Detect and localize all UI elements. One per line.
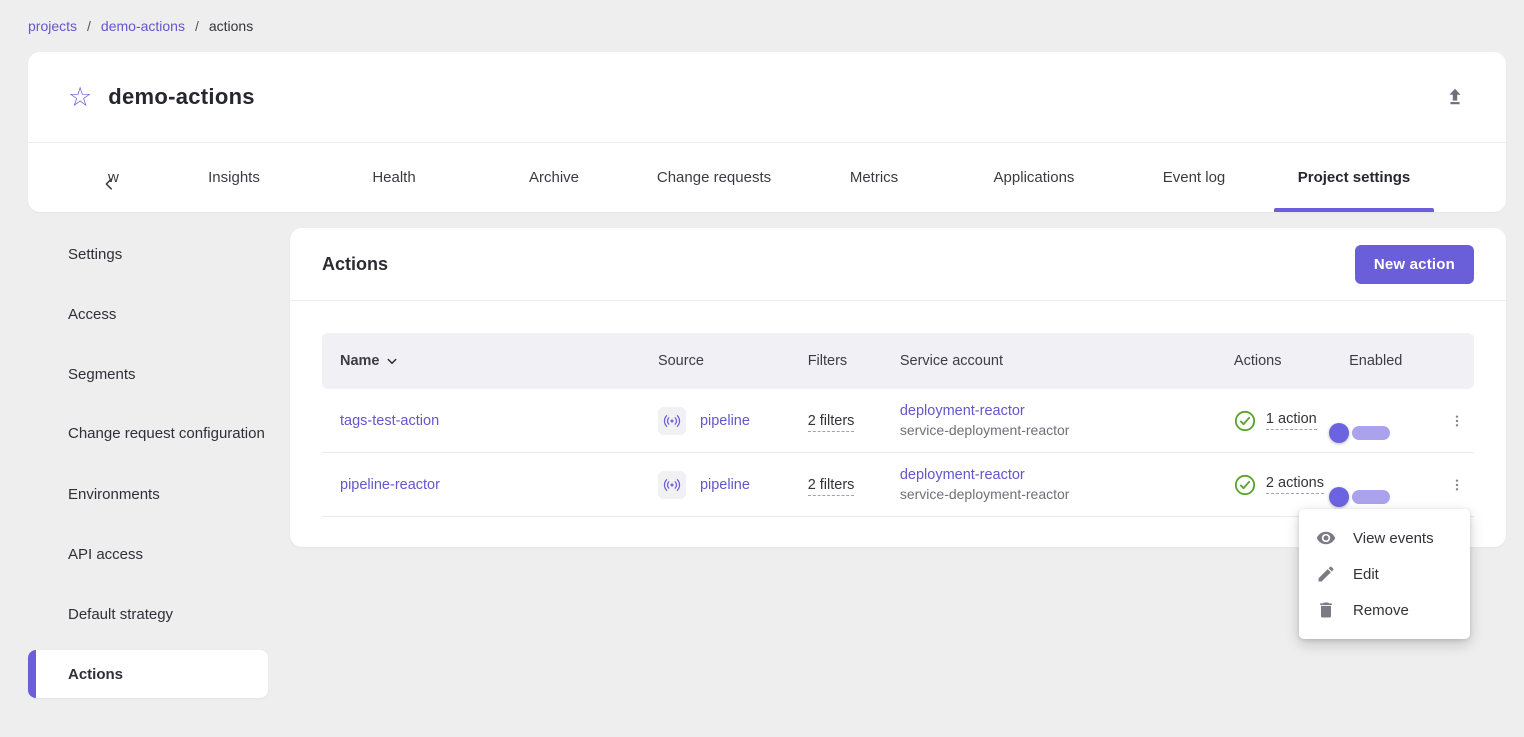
sidebar-item-default-strategy[interactable]: Default strategy [28, 590, 268, 638]
column-header-name[interactable]: Name [322, 353, 640, 369]
column-header-actions: Actions [1216, 353, 1331, 369]
project-header: ☆ demo-actions [28, 52, 1506, 142]
tab-change-requests[interactable]: Change requests [634, 143, 794, 212]
menu-item-label: Remove [1353, 602, 1409, 619]
sidebar-item-api-access[interactable]: API access [28, 530, 268, 578]
menu-item-label: View events [1353, 530, 1434, 547]
row-menu-kebab-icon[interactable] [1441, 405, 1473, 437]
page-title: demo-actions [108, 84, 255, 110]
menu-item-edit[interactable]: Edit [1299, 556, 1470, 592]
filters-count[interactable]: 2 filters [808, 477, 855, 496]
menu-item-label: Edit [1353, 566, 1379, 583]
tab-project-settings-label: Project settings [1298, 169, 1411, 186]
source-link[interactable]: pipeline [700, 477, 750, 493]
action-name-link[interactable]: tags-test-action [340, 413, 439, 429]
sidebar-item-environments[interactable]: Environments [28, 470, 268, 518]
menu-item-view-events[interactable]: View events [1299, 520, 1470, 556]
column-header-enabled: Enabled [1331, 353, 1423, 369]
service-account-subtitle: service-deployment-reactor [900, 486, 1216, 504]
source-link[interactable]: pipeline [700, 413, 750, 429]
settings-sidebar: Settings Access Segments Change request … [28, 230, 268, 710]
upload-icon[interactable] [1444, 86, 1466, 108]
project-header-card: ☆ demo-actions w Insights Health Archive… [28, 52, 1506, 212]
tab-overview-truncated[interactable]: w [92, 143, 154, 212]
panel-title: Actions [322, 254, 388, 275]
actions-panel-header: Actions New action [290, 228, 1506, 301]
tab-health[interactable]: Health [314, 143, 474, 212]
project-tabs: w Insights Health Archive Change request… [28, 142, 1506, 212]
table-row: tags-test-action pipeline 2 filters depl… [322, 389, 1474, 453]
table-header-row: Name Source Filters Service account Acti… [322, 333, 1474, 389]
actions-table: Name Source Filters Service account Acti… [290, 301, 1506, 517]
sidebar-item-actions-label: Actions [68, 666, 123, 683]
trash-icon [1316, 600, 1336, 620]
breadcrumb-separator: / [195, 18, 199, 34]
check-circle-icon [1234, 474, 1256, 496]
chevron-down-icon [386, 355, 398, 367]
star-outline-icon[interactable]: ☆ [68, 84, 92, 111]
toggle-thumb [1329, 423, 1349, 443]
service-account-link[interactable]: deployment-reactor [900, 402, 1216, 420]
filters-count[interactable]: 2 filters [808, 413, 855, 432]
breadcrumb: projects / demo-actions / actions [28, 18, 253, 34]
tab-applications[interactable]: Applications [954, 143, 1114, 212]
active-item-bar [28, 650, 36, 698]
sidebar-item-change-request-configuration[interactable]: Change request configuration [28, 410, 268, 458]
tab-insights[interactable]: Insights [154, 143, 314, 212]
column-header-filters: Filters [790, 353, 882, 369]
sidebar-item-access[interactable]: Access [28, 290, 268, 338]
sidebar-item-actions[interactable]: Actions [28, 650, 268, 698]
check-circle-icon [1234, 410, 1256, 432]
breadcrumb-separator: / [87, 18, 91, 34]
column-name-label: Name [340, 353, 380, 369]
pencil-icon [1316, 564, 1336, 584]
row-context-menu: View events Edit Remove [1299, 509, 1470, 639]
sidebar-item-segments[interactable]: Segments [28, 350, 268, 398]
table-row: pipeline-reactor pipeline 2 filters depl… [322, 453, 1474, 517]
service-account-link[interactable]: deployment-reactor [900, 466, 1216, 484]
toggle-track [1352, 426, 1390, 440]
signal-icon [658, 407, 686, 435]
column-header-source: Source [640, 353, 790, 369]
sidebar-item-settings[interactable]: Settings [28, 230, 268, 278]
actions-count[interactable]: 1 action [1266, 411, 1317, 430]
active-tab-indicator [1274, 208, 1434, 212]
toggle-thumb [1329, 487, 1349, 507]
service-account-subtitle: service-deployment-reactor [900, 422, 1216, 440]
action-name-link[interactable]: pipeline-reactor [340, 477, 440, 493]
eye-icon [1316, 528, 1336, 548]
breadcrumb-project[interactable]: demo-actions [101, 18, 185, 34]
menu-item-remove[interactable]: Remove [1299, 592, 1470, 628]
actions-panel: Actions New action Name Source Filters S… [290, 228, 1506, 547]
tab-event-log[interactable]: Event log [1114, 143, 1274, 212]
breadcrumb-current: actions [209, 18, 253, 34]
new-action-button[interactable]: New action [1355, 245, 1474, 284]
toggle-track [1352, 490, 1390, 504]
breadcrumb-projects[interactable]: projects [28, 18, 77, 34]
tab-archive[interactable]: Archive [474, 143, 634, 212]
signal-icon [658, 471, 686, 499]
actions-count[interactable]: 2 actions [1266, 475, 1324, 494]
row-menu-kebab-icon[interactable] [1441, 469, 1473, 501]
tab-metrics[interactable]: Metrics [794, 143, 954, 212]
tab-project-settings[interactable]: Project settings [1274, 143, 1434, 212]
column-header-service-account: Service account [882, 353, 1216, 369]
